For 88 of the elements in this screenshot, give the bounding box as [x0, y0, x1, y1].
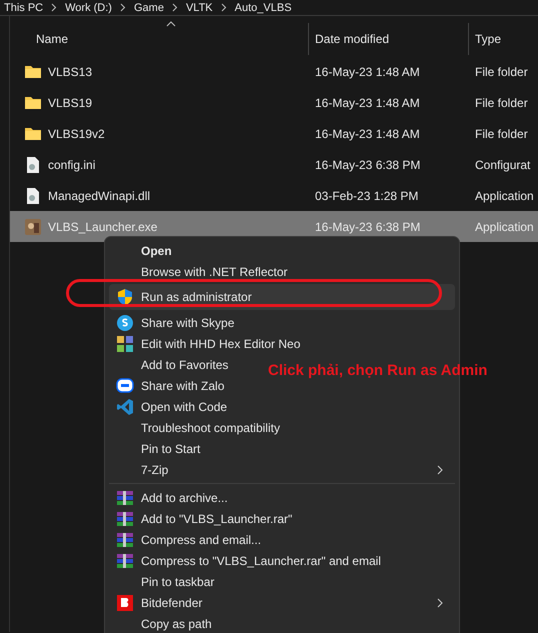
sort-caret-icon — [166, 21, 176, 27]
menu-item[interactable]: Add to Favorites — [109, 354, 232, 375]
skype-icon — [117, 314, 133, 330]
menu-label: Add to "VLBS_Launcher.rar" — [141, 510, 292, 528]
file-name: VLBS19v2 — [48, 126, 105, 142]
menu-label: Bitdefender — [141, 594, 202, 612]
type-cell-text: File folder — [474, 126, 528, 142]
type-cell-text: File folder — [474, 64, 528, 80]
archive-icon — [117, 512, 133, 526]
menu-label: Edit with HHD Hex Editor Neo — [141, 336, 300, 352]
type-cell-text: Configurat — [474, 156, 530, 174]
menu-item[interactable]: Add to "VLBS_Launcher.rar" — [109, 508, 296, 529]
breadcrumb-item[interactable]: This PC — [4, 0, 44, 14]
menu-item[interactable]: Pin to taskbar — [109, 571, 218, 592]
menu-item[interactable]: Open — [109, 240, 176, 261]
file-name: VLBS13 — [48, 64, 92, 80]
chevron-right-icon — [51, 3, 58, 12]
date-cell-text: 16-May-23 1:48 AM — [314, 64, 421, 80]
file-row[interactable]: VLBS19v2 16-May-23 1:48 AM File folder — [10, 118, 538, 149]
column-header[interactable]: Date modified — [308, 23, 468, 55]
grid-icon — [117, 336, 133, 352]
menu-label: Compress to "VLBS_Launcher.rar" and email — [141, 552, 381, 570]
menu-label: Run as administrator — [141, 289, 252, 306]
menu-label: Copy as path — [141, 616, 212, 632]
menu-item[interactable]: Browse with .NET Reflector — [109, 261, 292, 282]
menu-label: Share with Zalo — [141, 378, 224, 394]
menu-label: Pin to taskbar — [141, 574, 214, 590]
chevron-right-icon — [120, 3, 126, 12]
menu-label: Troubleshoot compatibility — [141, 420, 280, 436]
file-row[interactable]: config.ini 16-May-23 6:38 PM Configurat — [10, 149, 538, 180]
menu-label: Open — [141, 242, 172, 260]
menu-item[interactable]: 7-Zip — [109, 459, 455, 480]
menu-item[interactable]: Edit with HHD Hex Editor Neo — [109, 333, 304, 354]
chevron-right-icon — [172, 3, 178, 12]
code-editor-icon — [117, 398, 133, 414]
file-name: VLBS19 — [48, 94, 92, 112]
date-cell-text: 03-Feb-23 1:28 PM — [314, 188, 420, 204]
type-cell-text: Application — [474, 188, 534, 204]
type-cell-text: File folder — [474, 94, 528, 112]
annotation-text: Click phải, chọn Run as Admin — [268, 361, 488, 381]
app-icon — [25, 218, 41, 234]
menu-item[interactable]: Troubleshoot compatibility — [109, 417, 284, 438]
date-cell-text: 16-May-23 6:38 PM — [314, 156, 422, 174]
archive-icon — [117, 490, 133, 504]
menu-label: Browse with .NET Reflector — [141, 264, 288, 280]
shield-b-icon — [117, 594, 133, 610]
archive-icon — [117, 532, 133, 546]
file-row[interactable]: VLBS13 16-May-23 1:48 AM File folder — [10, 56, 538, 87]
date-cell-text: 16-May-23 6:38 PM — [314, 218, 422, 236]
shield-icon — [117, 289, 133, 305]
settings-file-icon — [26, 188, 40, 204]
file-row[interactable]: ManagedWinapi.dll 03-Feb-23 1:28 PM Application — [10, 180, 538, 211]
file-name: ManagedWinapi.dll — [48, 188, 150, 204]
menu-item[interactable]: Open with Code — [109, 396, 232, 417]
menu-label: Add to Favorites — [141, 356, 228, 374]
menu-item[interactable]: Compress to "VLBS_Launcher.rar" and email — [109, 550, 385, 571]
folder-icon — [25, 65, 41, 78]
menu-item[interactable]: Copy as path — [109, 613, 216, 633]
column-header[interactable]: Name — [10, 23, 308, 55]
menu-item[interactable]: Share with Zalo — [109, 375, 228, 396]
menu-item[interactable]: Bitdefender — [109, 592, 455, 613]
breadcrumb-item[interactable]: VLTK — [186, 0, 213, 14]
menu-item[interactable]: Add to archive... — [109, 487, 232, 508]
menu-label: Compress and email... — [141, 532, 262, 548]
file-name: VLBS_Launcher.exe — [48, 218, 158, 236]
menu-label: Open with Code — [141, 398, 228, 416]
chevron-right-icon — [220, 3, 227, 12]
date-cell-text: 16-May-23 1:48 AM — [314, 126, 421, 142]
date-cell-text: 16-May-23 1:48 AM — [314, 94, 421, 112]
breadcrumb-item[interactable]: Game — [134, 0, 164, 14]
menu-label: Share with Skype — [141, 314, 234, 332]
menu-label: Add to archive... — [141, 490, 228, 506]
chat-bubble-icon — [116, 378, 134, 394]
type-cell-text: Application — [474, 218, 534, 236]
menu-item[interactable]: Pin to Start — [109, 438, 204, 459]
file-row[interactable]: VLBS19 16-May-23 1:48 AM File folder — [10, 87, 538, 118]
breadcrumb-item[interactable]: Work (D:) — [65, 0, 112, 14]
menu-label: Pin to Start — [141, 440, 200, 458]
column-header[interactable]: Type — [468, 23, 538, 55]
settings-file-icon — [26, 156, 40, 172]
breadcrumb-item[interactable]: Auto_VLBS — [234, 0, 292, 14]
file-name: config.ini — [48, 156, 96, 174]
menu-item[interactable]: Share with Skype — [109, 312, 238, 333]
folder-icon — [25, 96, 41, 109]
archive-icon — [117, 554, 133, 568]
menu-label: 7-Zip — [141, 462, 168, 478]
menu-item[interactable]: Compress and email... — [109, 529, 266, 550]
folder-icon — [25, 127, 41, 140]
